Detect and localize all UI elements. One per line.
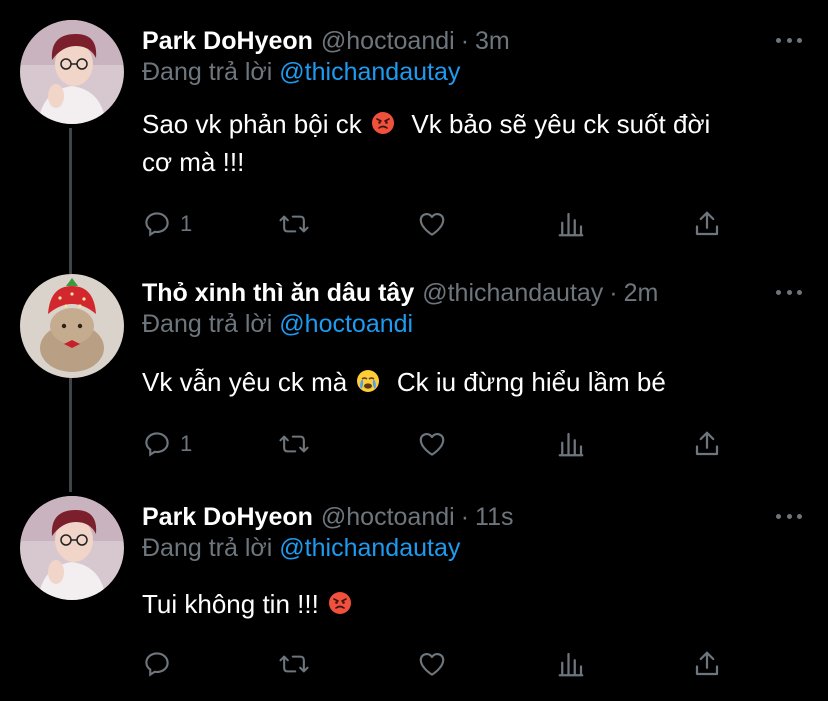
tweet-header: Thỏ xinh thì ăn dâu tây @thichandautay ·… — [142, 276, 808, 310]
reply-count: 1 — [180, 211, 193, 236]
like-button[interactable] — [416, 428, 448, 460]
share-button[interactable] — [692, 648, 722, 680]
reply-button[interactable]: 1 — [142, 428, 192, 460]
tweet[interactable]: Park DoHyeon @hoctoandi · 11s Đang trả l… — [0, 486, 828, 701]
tweet[interactable]: Park DoHyeon @hoctoandi · 3m Đang trả lờ… — [0, 10, 828, 260]
avatar[interactable] — [20, 20, 124, 124]
reply-icon — [145, 432, 169, 457]
replying-to: Đang trả lời @thichandautay — [142, 534, 460, 563]
mention-link[interactable]: @thichandautay — [279, 534, 460, 562]
display-name[interactable]: Park DoHyeon — [142, 27, 313, 56]
like-button[interactable] — [416, 648, 448, 680]
replying-to: Đang trả lời @thichandautay — [142, 58, 460, 87]
tweet-text-segment: Ck iu đừng hiểu lầm bé — [396, 367, 666, 397]
replying-to-label: Đang trả lời — [142, 534, 273, 562]
separator-dot: · — [609, 278, 618, 307]
share-icon — [695, 431, 719, 456]
analytics-button[interactable] — [556, 428, 586, 460]
tweet-actions: 1 — [142, 208, 742, 240]
crying-face-emoji — [356, 366, 380, 402]
separator-dot: · — [460, 26, 470, 55]
avatar[interactable] — [20, 274, 124, 378]
heart-icon — [419, 652, 445, 676]
retweet-icon — [279, 215, 309, 233]
more-options-icon[interactable] — [776, 506, 802, 526]
reply-button[interactable]: 1 — [142, 208, 192, 240]
tweet-header: Park DoHyeon @hoctoandi · 3m — [142, 24, 808, 58]
analytics-icon — [558, 432, 584, 457]
replying-to-label: Đang trả lời — [142, 310, 273, 338]
display-name[interactable]: Thỏ xinh thì ăn dâu tây — [142, 279, 414, 308]
tweet-text: Tui không tin !!! — [142, 586, 792, 624]
timestamp[interactable]: 11s — [475, 503, 513, 532]
tweet-text: Sao vk phản bội ck Vk bảo sẽ yêu ck suốt… — [142, 106, 792, 180]
share-icon — [695, 211, 719, 236]
mention-link[interactable]: @hoctoandi — [279, 310, 413, 338]
user-handle[interactable]: @hoctoandi — [321, 503, 455, 532]
user-handle[interactable]: @hoctoandi — [321, 27, 455, 56]
avatar[interactable] — [20, 496, 124, 600]
heart-icon — [419, 432, 445, 456]
tweet[interactable]: Thỏ xinh thì ăn dâu tây @thichandautay ·… — [0, 262, 828, 492]
timestamp[interactable]: 2m — [624, 279, 659, 308]
tweet-actions: 1 — [142, 428, 742, 460]
tweet-header: Park DoHyeon @hoctoandi · 11s — [142, 500, 808, 534]
analytics-icon — [558, 212, 584, 237]
timestamp[interactable]: 3m — [475, 27, 510, 56]
reply-icon — [145, 212, 169, 237]
display-name[interactable]: Park DoHyeon — [142, 503, 313, 532]
share-button[interactable] — [692, 208, 722, 240]
replying-to-label: Đang trả lời — [142, 58, 273, 86]
share-icon — [695, 651, 719, 676]
tweet-text-segment: Tui không tin !!! — [142, 589, 319, 619]
like-button[interactable] — [416, 208, 448, 240]
tweet-text-segment: Vk bảo sẽ yêu ck suốt đời — [411, 109, 711, 139]
analytics-icon — [558, 652, 584, 677]
separator-dot: · — [460, 502, 470, 531]
analytics-button[interactable] — [556, 648, 586, 680]
tweet-text-segment: cơ mà !!! — [142, 147, 245, 178]
more-options-icon[interactable] — [776, 282, 802, 302]
retweet-icon — [279, 435, 309, 453]
reply-icon — [145, 652, 169, 677]
heart-icon — [419, 212, 445, 236]
retweet-button[interactable] — [278, 208, 310, 240]
tweet-text-segment: Sao vk phản bội ck — [142, 109, 362, 139]
retweet-button[interactable] — [278, 648, 310, 680]
angry-face-emoji — [328, 588, 352, 624]
tweet-text: Vk vẫn yêu ck mà Ck iu đừng hiểu lầm bé — [142, 364, 792, 402]
analytics-button[interactable] — [556, 208, 586, 240]
replying-to: Đang trả lời @hoctoandi — [142, 310, 413, 339]
retweet-icon — [279, 655, 309, 673]
tweet-text-segment: Vk vẫn yêu ck mà — [142, 367, 348, 397]
retweet-button[interactable] — [278, 428, 310, 460]
angry-face-emoji — [371, 108, 395, 144]
user-handle[interactable]: @thichandautay — [422, 279, 603, 308]
reply-button[interactable] — [142, 648, 180, 680]
mention-link[interactable]: @thichandautay — [279, 58, 460, 86]
reply-count: 1 — [180, 431, 193, 456]
more-options-icon[interactable] — [776, 30, 802, 50]
tweet-actions — [142, 648, 742, 680]
share-button[interactable] — [692, 428, 722, 460]
